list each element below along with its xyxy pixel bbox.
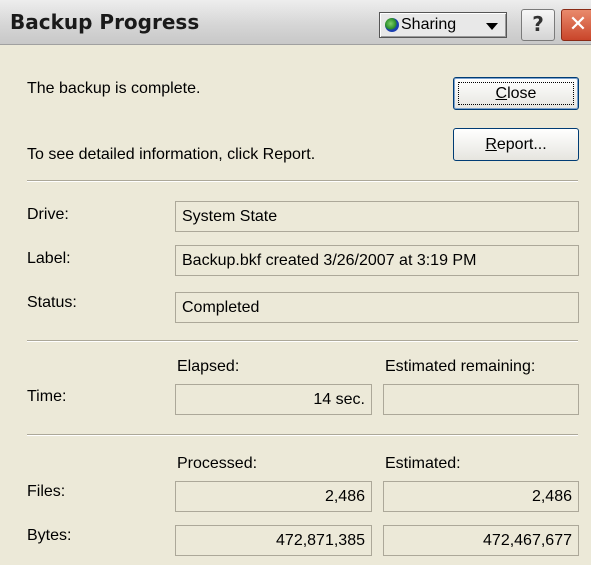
focus-rect [458,82,574,105]
drive-label: Drive: [27,206,69,223]
title-bar: Backup Progress Sharing ? ✕ [0,0,591,45]
files-processed-value: 2,486 [175,481,372,512]
separator [27,434,578,436]
status-message: The backup is complete. [27,80,201,97]
separator [27,340,578,342]
bytes-label: Bytes: [27,527,72,544]
files-estimated-value: 2,486 [383,481,579,512]
remaining-value [383,384,579,415]
sharing-label: Sharing [401,16,457,33]
report-button-label: Report... [485,136,547,153]
chevron-down-icon [486,23,498,30]
label-label: Label: [27,250,71,267]
drive-value: System State [175,201,579,232]
bytes-estimated-value: 472,467,677 [383,525,579,556]
elapsed-value: 14 sec. [175,384,372,415]
estimated-header: Estimated: [385,455,461,472]
close-button[interactable]: Close [453,77,579,110]
separator [27,180,578,182]
files-label: Files: [27,483,66,500]
remaining-header: Estimated remaining: [385,358,536,375]
status-value: Completed [175,292,579,323]
window-title: Backup Progress [10,10,200,34]
sharing-dropdown[interactable]: Sharing [379,12,507,38]
report-button[interactable]: Report... [453,128,579,161]
report-hint: To see detailed information, click Repor… [27,146,316,163]
close-window-button[interactable]: ✕ [561,9,591,41]
bytes-processed-value: 472,871,385 [175,525,372,556]
help-button[interactable]: ? [521,9,555,41]
time-label: Time: [27,388,67,405]
label-value: Backup.bkf created 3/26/2007 at 3:19 PM [175,245,579,276]
elapsed-header: Elapsed: [177,358,240,375]
processed-header: Processed: [177,455,258,472]
sharing-globe-icon [385,18,399,32]
status-label: Status: [27,294,77,311]
